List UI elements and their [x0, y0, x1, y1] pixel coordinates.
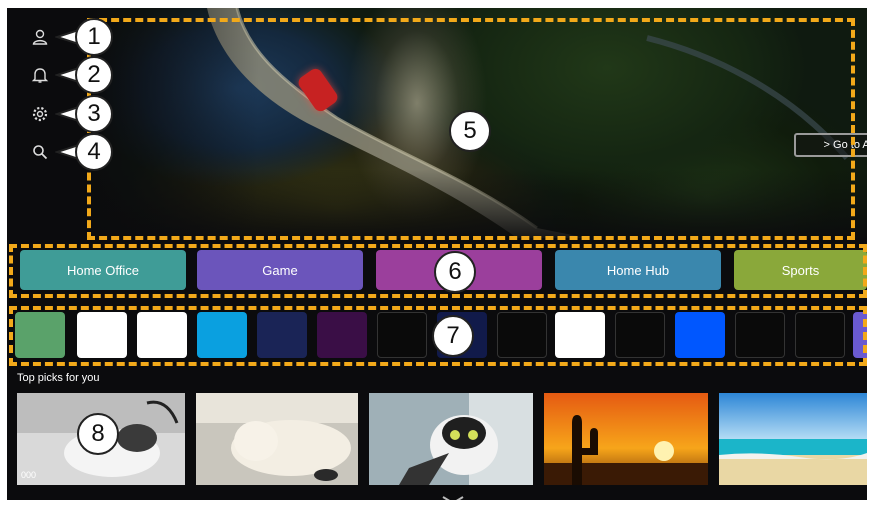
callout-2: 2	[75, 56, 113, 94]
tv-home-screen: > Go to Apps Home Office Game c Home Hub…	[7, 8, 867, 500]
callout-7: 7	[432, 315, 474, 357]
dog-image	[196, 393, 358, 485]
callout-4: 4	[75, 133, 113, 171]
top-picks-heading: Top picks for you	[17, 372, 100, 384]
beach-image	[719, 393, 867, 485]
profile-icon[interactable]	[29, 26, 51, 48]
callout-5: 5	[449, 110, 491, 152]
pick-count: 000	[21, 470, 37, 480]
callout-6: 6	[434, 251, 476, 293]
callout-3: 3	[75, 95, 113, 133]
search-icon[interactable]	[29, 141, 51, 163]
chevron-down-icon[interactable]	[441, 492, 465, 500]
pick-card-beach[interactable]	[719, 393, 867, 485]
callout-8: 8	[77, 413, 119, 455]
desert-sunset-image	[544, 393, 708, 485]
pick-card-cat-staring[interactable]	[369, 393, 533, 485]
bell-icon[interactable]	[29, 64, 51, 86]
callout-1: 1	[75, 18, 113, 56]
pick-card-dog[interactable]	[196, 393, 358, 485]
cat-image	[369, 393, 533, 485]
gear-icon[interactable]	[29, 103, 51, 125]
pick-card-sunset[interactable]	[544, 393, 708, 485]
